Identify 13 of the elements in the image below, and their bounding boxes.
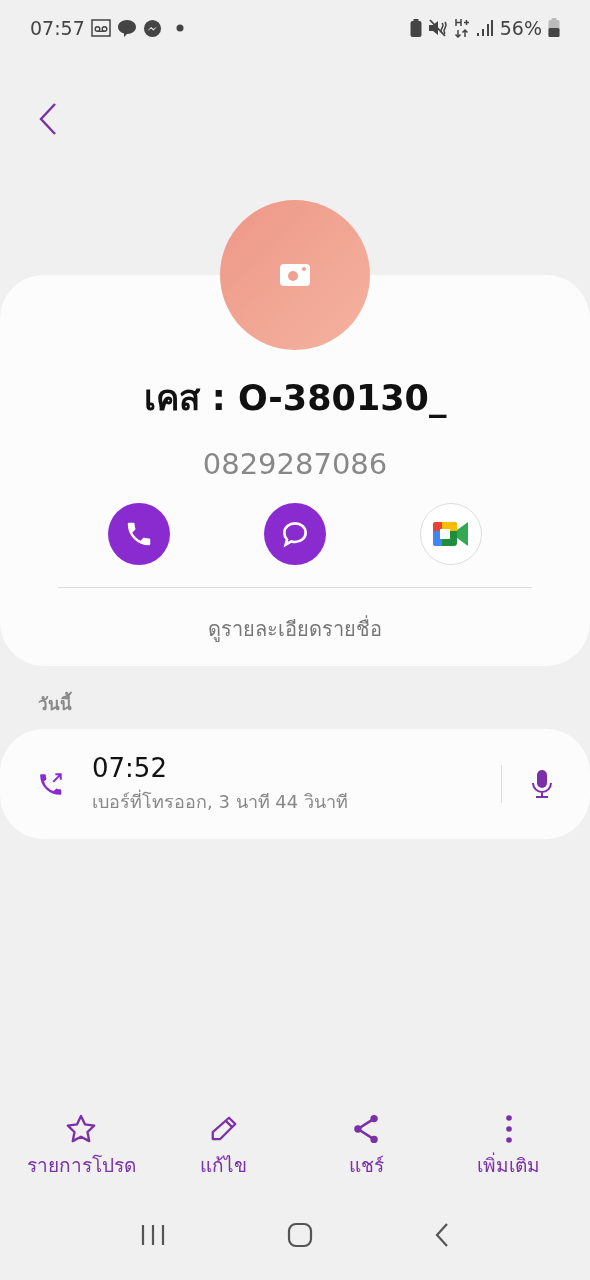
contact-name: เคส : O-380130_ xyxy=(143,377,447,420)
more-button[interactable]: เพิ่มเติม xyxy=(448,1114,569,1180)
section-header: วันนี้ xyxy=(38,690,590,717)
phone-number: 0829287086 xyxy=(202,447,388,481)
view-details-link[interactable]: ดูรายละเอียดรายชื่อ xyxy=(202,612,388,646)
battery-percent: 56% xyxy=(499,17,542,39)
favorite-button[interactable]: รายการโปรด xyxy=(21,1114,142,1180)
call-detail: เบอร์ที่โทรออก, 3 นาที 44 วินาที xyxy=(92,788,349,814)
call-time: 07:52 xyxy=(92,752,168,783)
call-log-item[interactable]: 07:52 เบอร์ที่โทรออก, 3 นาที 44 วินาที xyxy=(0,729,590,839)
status-time: 07:57 xyxy=(30,17,85,39)
share-button[interactable]: แชร์ xyxy=(306,1114,427,1180)
edit-button[interactable]: แก้ไข xyxy=(163,1114,284,1180)
